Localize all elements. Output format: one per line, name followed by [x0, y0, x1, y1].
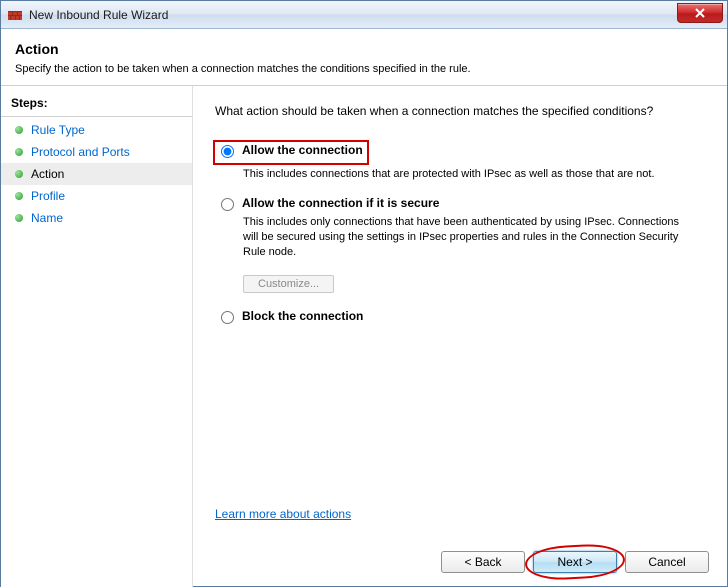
step-protocol-ports[interactable]: Protocol and Ports: [1, 141, 192, 163]
page-title: Action: [15, 41, 713, 57]
action-radio-group: Allow the connection This includes conne…: [217, 140, 709, 324]
step-rule-type[interactable]: Rule Type: [1, 119, 192, 141]
radio-row-block: Block the connection: [217, 309, 709, 324]
radio-block-label: Block the connection: [242, 309, 363, 323]
radio-allow-label: Allow the connection: [242, 143, 363, 157]
next-button[interactable]: Next >: [533, 551, 617, 573]
question-text: What action should be taken when a conne…: [215, 104, 709, 118]
steps-heading: Steps:: [1, 92, 192, 117]
close-icon: [694, 8, 706, 18]
main-panel: What action should be taken when a conne…: [193, 86, 727, 587]
step-bullet-icon: [15, 126, 23, 134]
radio-allow-desc: This includes connections that are prote…: [243, 167, 683, 182]
step-bullet-icon: [15, 148, 23, 156]
sidebar: Steps: Rule Type Protocol and Ports Acti…: [1, 86, 193, 587]
radio-allow-secure-label: Allow the connection if it is secure: [242, 196, 439, 210]
next-button-highlight: Next >: [533, 551, 617, 573]
back-button[interactable]: < Back: [441, 551, 525, 573]
firewall-icon: [7, 7, 23, 23]
highlight-allow: Allow the connection: [213, 140, 369, 165]
step-action[interactable]: Action: [1, 163, 192, 185]
button-bar: < Back Next > Cancel: [441, 551, 709, 573]
learn-more-link[interactable]: Learn more about actions: [215, 507, 351, 521]
titlebar: New Inbound Rule Wizard: [1, 1, 727, 29]
customize-button: Customize...: [243, 275, 334, 293]
step-bullet-icon: [15, 170, 23, 178]
step-profile[interactable]: Profile: [1, 185, 192, 207]
radio-block[interactable]: [221, 311, 234, 324]
cancel-button[interactable]: Cancel: [625, 551, 709, 573]
page-subtitle: Specify the action to be taken when a co…: [15, 63, 713, 75]
step-bullet-icon: [15, 192, 23, 200]
window-title: New Inbound Rule Wizard: [29, 8, 168, 22]
radio-allow[interactable]: [221, 145, 234, 158]
step-label: Protocol and Ports: [31, 145, 130, 159]
header: Action Specify the action to be taken wh…: [1, 29, 727, 86]
radio-allow-secure[interactable]: [221, 198, 234, 211]
step-label: Rule Type: [31, 123, 85, 137]
step-label: Profile: [31, 189, 65, 203]
close-button[interactable]: [677, 3, 723, 23]
step-label: Action: [31, 167, 64, 181]
body: Steps: Rule Type Protocol and Ports Acti…: [1, 86, 727, 587]
radio-row-allow-secure: Allow the connection if it is secure: [217, 196, 709, 211]
step-label: Name: [31, 211, 63, 225]
radio-allow-secure-desc: This includes only connections that have…: [243, 215, 683, 260]
step-bullet-icon: [15, 214, 23, 222]
step-name[interactable]: Name: [1, 207, 192, 229]
radio-row-allow: Allow the connection: [217, 143, 363, 158]
